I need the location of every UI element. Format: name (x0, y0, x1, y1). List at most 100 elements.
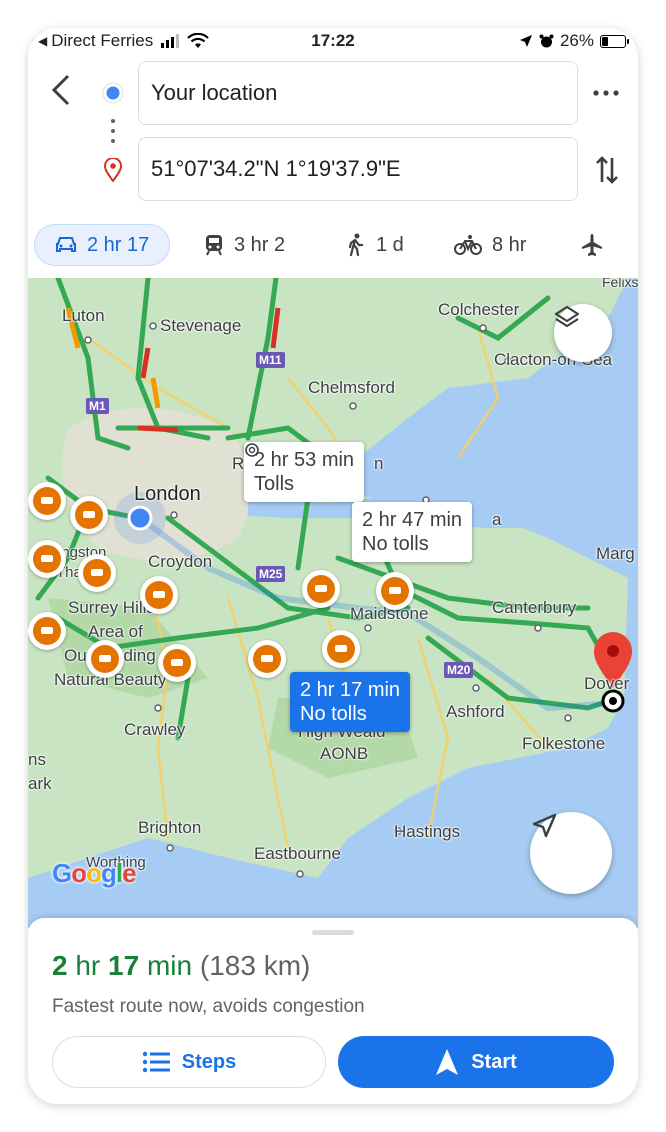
tab-drive-label: 2 hr 17 (87, 233, 150, 256)
place-label: Hastings (394, 822, 461, 841)
place-label: a (492, 510, 502, 529)
speed-camera-icon[interactable] (302, 570, 340, 608)
place-label: Brighton (138, 818, 202, 837)
battery-icon (600, 34, 629, 48)
phone-screen: ◀ Direct Ferries 17:22 26% Your location… (28, 28, 638, 1104)
route-distance: (183 km) (199, 950, 311, 981)
destination-pin-icon (104, 158, 122, 182)
tab-cycle-label: 8 hr (492, 233, 527, 256)
place-label: Chelmsford (308, 378, 395, 397)
speed-camera-icon[interactable] (248, 640, 286, 678)
tab-transit-label: 3 hr 2 (234, 233, 286, 256)
traffic-congestion-3 (137, 425, 179, 433)
toll-icon (245, 443, 259, 457)
route-detail: No tolls (362, 533, 429, 555)
start-button[interactable]: Start (338, 1036, 614, 1088)
place-label: Ashford (446, 702, 505, 721)
tab-cycle[interactable]: 8 hr (454, 224, 526, 266)
recenter-button[interactable] (530, 812, 612, 894)
speed-camera-icon[interactable] (140, 576, 178, 614)
car-icon (56, 237, 76, 252)
swap-vertical-icon (596, 156, 618, 184)
place-label: R (232, 454, 245, 473)
origin-input[interactable]: Your location (138, 61, 578, 125)
steps-label: Steps (181, 1050, 237, 1073)
motorway-shield: M11 (256, 352, 285, 368)
route-detail: No tolls (300, 703, 367, 725)
travel-mode-tabs: 2 hr 17 3 hr 2 1 d 8 hr (28, 220, 638, 276)
route-option-callout-selected[interactable]: 2 hr 17 min No tolls (290, 672, 411, 732)
bicycle-icon (454, 235, 482, 255)
route-dots-icon (111, 119, 115, 143)
duration-hours: 2 (52, 950, 68, 981)
navigation-start-icon (436, 1049, 459, 1075)
destination-input[interactable]: 51°07'34.2"N 1°19'37.9"E (138, 137, 578, 201)
swap-directions-button[interactable] (590, 150, 624, 190)
place-label: Area of (88, 622, 143, 641)
route-option-callout[interactable]: 2 hr 47 min No tolls (352, 502, 473, 562)
route-option-callout[interactable]: 2 hr 53 min Tolls (244, 442, 365, 502)
route-summary-sheet: 2 hr 17 min (183 km) Fastest route now, … (28, 918, 638, 1104)
tab-drive[interactable]: 2 hr 17 (34, 224, 171, 266)
origin-text: Your location (151, 80, 278, 105)
place-label: Marg (596, 544, 635, 563)
layers-button[interactable] (554, 304, 612, 362)
location-arrow-icon (519, 35, 532, 47)
speed-camera-icon[interactable] (376, 572, 414, 610)
sheet-drag-handle[interactable] (312, 930, 354, 935)
navigation-arrow-icon (532, 813, 557, 838)
place-label: Croydon (148, 552, 213, 571)
airplane-icon (582, 234, 602, 256)
place-label: AONB (320, 744, 369, 763)
speed-camera-icon[interactable] (28, 612, 66, 650)
place-label: ns (28, 750, 46, 769)
speed-camera-icon[interactable] (28, 540, 66, 578)
place-label: Stevenage (160, 316, 242, 335)
destination-text: 51°07'34.2"N 1°19'37.9"E (151, 156, 401, 181)
list-icon (142, 1051, 170, 1073)
speed-camera-icon[interactable] (70, 496, 108, 534)
status-bar: ◀ Direct Ferries 17:22 26% (28, 28, 638, 54)
map-view[interactable]: Luton Stevenage Colchester Felixsto Clac… (28, 278, 638, 928)
tab-walk-label: 1 d (376, 233, 404, 256)
place-label: Folkestone (522, 734, 606, 753)
route-detail: Tolls (254, 473, 295, 495)
layers-icon (554, 305, 580, 328)
place-label: Crawley (124, 720, 186, 739)
back-button[interactable] (44, 70, 78, 110)
place-label: Luton (62, 306, 105, 325)
walking-icon (348, 233, 364, 257)
origin-dot-icon (102, 82, 124, 104)
duration-min-label: min (146, 950, 193, 981)
current-location-dot (127, 505, 153, 531)
route-time: 2 hr 53 min (254, 449, 355, 471)
speed-camera-icon[interactable] (158, 644, 196, 682)
motorway-shield: M1 (86, 398, 109, 414)
duration-hr-label: hr (75, 950, 101, 981)
battery-percent: 26% (559, 31, 594, 50)
speed-camera-icon[interactable] (28, 482, 66, 520)
start-label: Start (471, 1050, 517, 1073)
place-label: Eastbourne (254, 844, 341, 863)
chevron-left-icon (51, 74, 70, 106)
place-label: Canterbury (492, 598, 577, 617)
motorway-shield: M25 (256, 566, 286, 582)
speed-camera-icon[interactable] (322, 630, 360, 668)
google-logo: Google (52, 858, 137, 888)
place-label: Felixsto (602, 278, 638, 290)
place-label: n (374, 454, 384, 473)
place-label: ark (28, 774, 52, 793)
duration-minutes: 17 (108, 950, 140, 981)
train-icon (206, 235, 222, 256)
place-label: Dover (584, 674, 630, 693)
tab-fly[interactable] (580, 224, 604, 266)
speed-camera-icon[interactable] (86, 640, 124, 678)
route-description: Fastest route now, avoids congestion (52, 996, 365, 1017)
speed-camera-icon[interactable] (78, 554, 116, 592)
more-options-button[interactable] (588, 78, 624, 108)
tab-walk[interactable]: 1 d (346, 224, 404, 266)
steps-button[interactable]: Steps (52, 1036, 326, 1088)
tab-transit[interactable]: 3 hr 2 (204, 224, 285, 266)
route-summary: 2 hr 17 min (183 km) (52, 950, 310, 982)
route-time: 2 hr 47 min (362, 509, 463, 531)
